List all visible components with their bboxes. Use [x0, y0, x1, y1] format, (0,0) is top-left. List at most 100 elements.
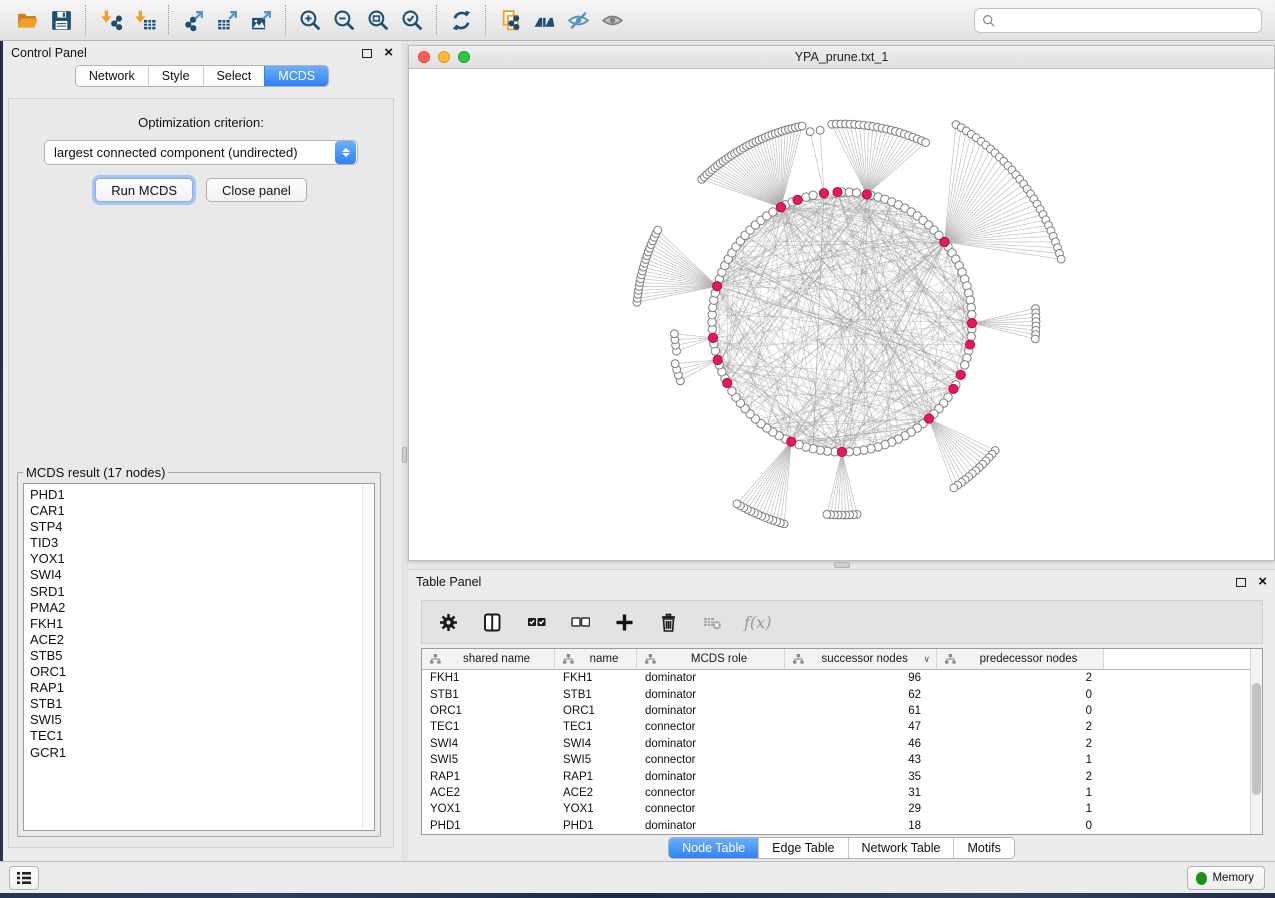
- refresh-button[interactable]: [444, 4, 478, 36]
- mcds-result-item[interactable]: SWI5: [30, 712, 374, 728]
- zoom-selected-button[interactable]: [395, 4, 429, 36]
- export-image-button[interactable]: [244, 4, 278, 36]
- delete-button[interactable]: [656, 610, 680, 634]
- leaf-node[interactable]: [950, 484, 958, 492]
- mcds-result-item[interactable]: CAR1: [30, 503, 374, 519]
- function-builder-button[interactable]: f(x): [744, 610, 771, 634]
- open-button[interactable]: [10, 4, 44, 36]
- dominator-node[interactable]: [949, 384, 958, 393]
- column-header-MCDS-role[interactable]: MCDS role: [637, 649, 785, 669]
- graph-node[interactable]: [769, 208, 777, 216]
- table-row[interactable]: RAP1RAP1dominator352: [422, 768, 1250, 784]
- column-header-shared-name[interactable]: shared name: [422, 649, 555, 669]
- horizontal-splitter[interactable]: [408, 561, 1275, 569]
- graph-node[interactable]: [809, 191, 817, 199]
- hide-selected-button[interactable]: [561, 4, 595, 36]
- mcds-result-item[interactable]: YOX1: [30, 551, 374, 567]
- dominator-node[interactable]: [833, 187, 842, 196]
- mcds-result-item[interactable]: ORC1: [30, 664, 374, 680]
- mcds-result-item[interactable]: SWI4: [30, 567, 374, 583]
- import-table-button[interactable]: [127, 4, 161, 36]
- tab-network[interactable]: Network: [76, 66, 148, 86]
- vertical-splitter[interactable]: [401, 41, 408, 861]
- dominator-node[interactable]: [819, 189, 828, 198]
- dominator-node[interactable]: [787, 437, 796, 446]
- select-all-button[interactable]: [524, 610, 548, 634]
- table-row[interactable]: TEC1TEC1connector472: [422, 719, 1250, 735]
- table-row[interactable]: ACE2ACE2connector311: [422, 785, 1250, 801]
- scrollbar-thumb[interactable]: [1252, 683, 1261, 795]
- export-network-button[interactable]: [176, 4, 210, 36]
- mcds-result-item[interactable]: PHD1: [30, 487, 374, 503]
- show-all-button[interactable]: [595, 4, 629, 36]
- leaf-node[interactable]: [1031, 335, 1039, 343]
- table-row[interactable]: SWI4SWI4dominator462: [422, 736, 1250, 752]
- dominator-node[interactable]: [837, 447, 846, 456]
- graph-node[interactable]: [852, 189, 860, 197]
- settings-button[interactable]: [436, 610, 460, 634]
- float-panel-icon[interactable]: [1236, 578, 1246, 587]
- zoom-fit-button[interactable]: [361, 4, 395, 36]
- dominator-node[interactable]: [862, 190, 871, 199]
- mcds-result-item[interactable]: STP4: [30, 519, 374, 535]
- save-button[interactable]: [44, 4, 78, 36]
- tab-style[interactable]: Style: [148, 66, 203, 86]
- mcds-result-item[interactable]: FKH1: [30, 616, 374, 632]
- table-row[interactable]: FKH1FKH1dominator962: [422, 670, 1250, 686]
- import-network-button[interactable]: [93, 4, 127, 36]
- leaf-node[interactable]: [733, 500, 741, 508]
- leaf-node[interactable]: [806, 128, 814, 136]
- tab-node-table[interactable]: Node Table: [669, 838, 758, 858]
- mcds-result-item[interactable]: ACE2: [30, 632, 374, 648]
- zoom-in-button[interactable]: [293, 4, 327, 36]
- delete-column-button[interactable]: [700, 610, 724, 634]
- float-panel-icon[interactable]: [362, 49, 372, 58]
- mcds-result-item[interactable]: PMA2: [30, 600, 374, 616]
- memory-button[interactable]: Memory: [1187, 866, 1265, 890]
- mcds-result-item[interactable]: STB5: [30, 648, 374, 664]
- graph-node[interactable]: [968, 311, 976, 319]
- splitter-grip[interactable]: [834, 562, 850, 568]
- dominator-node[interactable]: [965, 340, 974, 349]
- dominator-node[interactable]: [956, 370, 965, 379]
- criterion-select[interactable]: largest connected component (undirected): [44, 140, 358, 165]
- deselect-all-button[interactable]: [568, 610, 592, 634]
- tab-edge-table[interactable]: Edge Table: [758, 838, 847, 858]
- dominator-node[interactable]: [723, 378, 732, 387]
- zoom-out-button[interactable]: [327, 4, 361, 36]
- dominator-node[interactable]: [776, 203, 785, 212]
- splitter-grip[interactable]: [402, 447, 407, 463]
- first-neighbors-button[interactable]: [527, 4, 561, 36]
- table-row[interactable]: SWI5SWI5connector431: [422, 752, 1250, 768]
- table-row[interactable]: STB1STB1dominator620: [422, 686, 1250, 702]
- column-header-name[interactable]: name: [555, 649, 637, 669]
- leaf-node[interactable]: [922, 139, 930, 147]
- mcds-result-item[interactable]: TID3: [30, 535, 374, 551]
- network-from-selection-button[interactable]: [493, 4, 527, 36]
- column-header-predecessor-nodes[interactable]: predecessor nodes: [937, 649, 1104, 669]
- mcds-result-item[interactable]: STB1: [30, 696, 374, 712]
- leaf-node[interactable]: [654, 226, 662, 234]
- mcds-result-item[interactable]: GCR1: [30, 745, 374, 761]
- graph-node[interactable]: [961, 361, 969, 369]
- close-panel-icon[interactable]: ×: [384, 48, 393, 58]
- task-history-button[interactable]: [9, 866, 39, 890]
- table-row[interactable]: PHD1PHD1dominator180: [422, 818, 1250, 834]
- leaf-node[interactable]: [671, 330, 679, 338]
- export-table-button[interactable]: [210, 4, 244, 36]
- tab-network-table[interactable]: Network Table: [848, 838, 954, 858]
- dominator-node[interactable]: [924, 414, 933, 423]
- columns-button[interactable]: [480, 610, 504, 634]
- mcds-result-item[interactable]: RAP1: [30, 680, 374, 696]
- dominator-node[interactable]: [708, 333, 717, 342]
- run-mcds-button[interactable]: Run MCDS: [95, 178, 193, 202]
- table-row[interactable]: YOX1YOX1connector291: [422, 801, 1250, 817]
- table-row[interactable]: ORC1ORC1dominator610: [422, 703, 1250, 719]
- dominator-node[interactable]: [967, 319, 976, 328]
- dominator-node[interactable]: [940, 237, 949, 246]
- tab-mcds[interactable]: MCDS: [264, 66, 328, 86]
- column-header-successor-nodes[interactable]: successor nodes∨: [785, 649, 937, 669]
- leaf-node[interactable]: [823, 511, 831, 519]
- dominator-node[interactable]: [793, 195, 802, 204]
- mcds-result-item[interactable]: TEC1: [30, 728, 374, 744]
